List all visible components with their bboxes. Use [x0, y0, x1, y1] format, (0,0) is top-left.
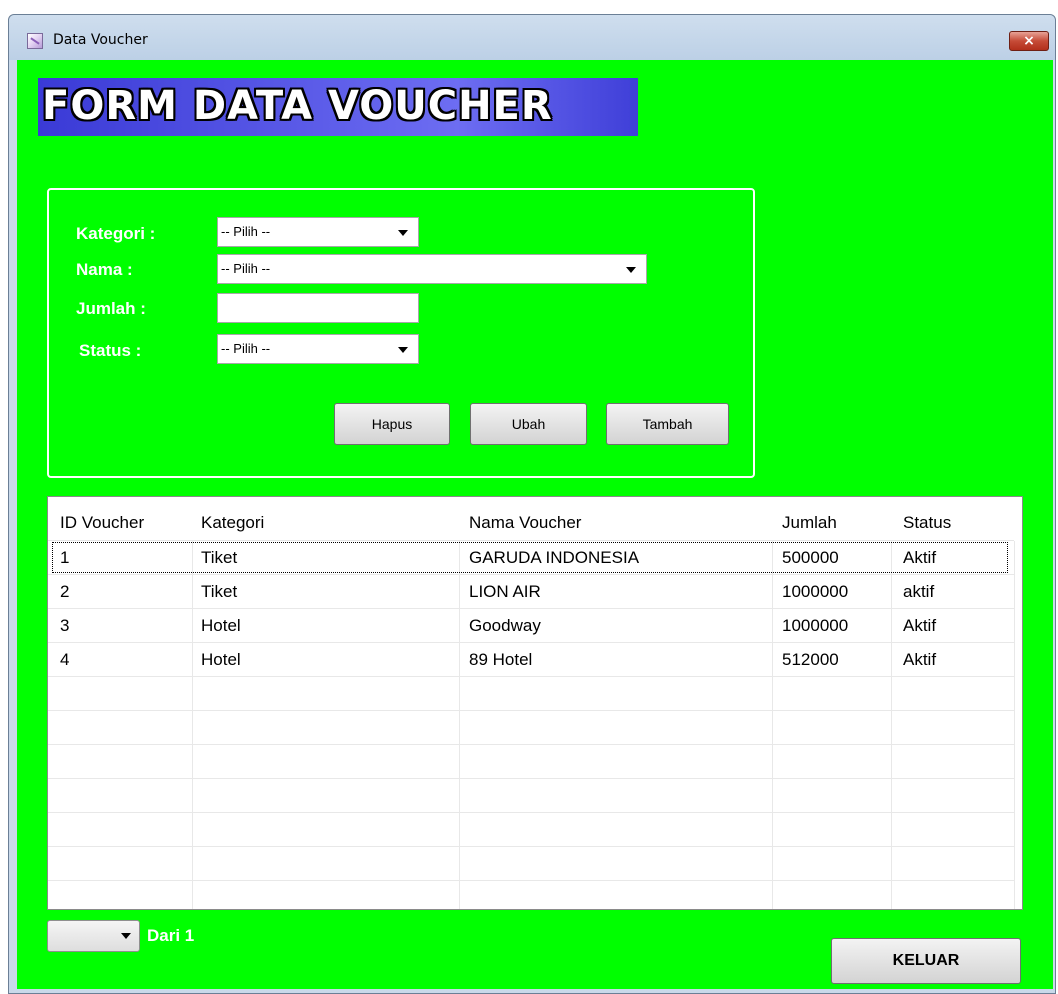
nama-label: Nama :	[76, 260, 133, 279]
column-header-nama[interactable]: Nama Voucher	[469, 513, 581, 533]
chevron-down-icon	[398, 347, 408, 353]
table-header: ID Voucher Kategori Nama Voucher Jumlah …	[48, 497, 1014, 541]
close-button[interactable]: ×	[1009, 31, 1049, 51]
title-bar[interactable]: Data Voucher ×	[9, 15, 1055, 60]
cell-jumlah: 500000	[782, 548, 839, 567]
window-title: Data Voucher	[53, 32, 148, 48]
empty-row	[48, 881, 1014, 909]
chevron-down-icon	[626, 267, 636, 273]
status-select-value: -- Pilih --	[221, 341, 271, 356]
nama-select-value: -- Pilih --	[221, 261, 271, 276]
column-header-jumlah[interactable]: Jumlah	[782, 513, 837, 533]
jumlah-input[interactable]	[217, 293, 419, 323]
kategori-label: Kategori :	[76, 224, 156, 243]
cell-nama: LION AIR	[469, 582, 541, 601]
form-title: FORM DATA VOUCHER	[42, 83, 553, 129]
cell-kategori: Tiket	[201, 548, 238, 567]
column-header-status[interactable]: Status	[903, 513, 951, 533]
empty-row	[48, 745, 1014, 779]
tambah-button[interactable]: Tambah	[606, 403, 729, 445]
chevron-down-icon	[398, 230, 408, 236]
cell-id: 3	[60, 616, 70, 635]
form-client-area: FORM DATA VOUCHER Kategori : -- Pilih --…	[17, 60, 1053, 989]
status-label: Status :	[79, 341, 142, 360]
empty-row	[48, 779, 1014, 813]
form-banner: FORM DATA VOUCHER	[38, 78, 638, 136]
empty-row	[48, 813, 1014, 847]
cell-jumlah: 512000	[782, 650, 839, 669]
table-row[interactable]: 1 Tiket GARUDA INDONESIA 500000 Aktif	[48, 541, 1014, 575]
chevron-down-icon	[121, 933, 131, 939]
page-count-label: Dari 1	[147, 926, 195, 945]
table-row[interactable]: 4 Hotel 89 Hotel 512000 Aktif	[48, 643, 1014, 677]
app-icon	[27, 33, 43, 49]
cell-jumlah: 1000000	[782, 616, 849, 635]
status-select[interactable]: -- Pilih --	[217, 334, 419, 364]
column-header-id[interactable]: ID Voucher	[60, 513, 144, 533]
cell-status: Aktif	[903, 650, 937, 669]
cell-kategori: Hotel	[201, 616, 241, 635]
hapus-button[interactable]: Hapus	[334, 403, 450, 445]
empty-row	[48, 711, 1014, 745]
cell-id: 4	[60, 650, 70, 669]
voucher-form-group: Kategori : -- Pilih -- Nama : -- Pilih -…	[47, 188, 755, 478]
empty-row	[48, 677, 1014, 711]
cell-jumlah: 1000000	[782, 582, 849, 601]
cell-nama: Goodway	[469, 616, 541, 635]
cell-kategori: Tiket	[201, 582, 238, 601]
cell-nama: GARUDA INDONESIA	[469, 548, 640, 567]
jumlah-label: Jumlah :	[76, 299, 146, 318]
cell-status: aktif	[903, 582, 935, 601]
app-window: Data Voucher × FORM DATA VOUCHER Kategor…	[8, 14, 1056, 994]
table-row[interactable]: 3 Hotel Goodway 1000000 Aktif	[48, 609, 1014, 643]
page-select[interactable]	[47, 920, 140, 952]
column-divider	[1014, 541, 1015, 909]
keluar-button[interactable]: KELUAR	[831, 938, 1021, 984]
kategori-select-value: -- Pilih --	[221, 224, 271, 239]
empty-row	[48, 847, 1014, 881]
cell-nama: 89 Hotel	[469, 650, 533, 669]
cell-id: 2	[60, 582, 70, 601]
cell-id: 1	[60, 548, 70, 567]
kategori-select[interactable]: -- Pilih --	[217, 217, 419, 247]
table-row[interactable]: 2 Tiket LION AIR 1000000 aktif	[48, 575, 1014, 609]
ubah-button[interactable]: Ubah	[470, 403, 587, 445]
cell-status: Aktif	[903, 616, 937, 635]
voucher-table[interactable]: ID Voucher Kategori Nama Voucher Jumlah …	[47, 496, 1023, 910]
cell-kategori: Hotel	[201, 650, 241, 669]
cell-status: Aktif	[903, 548, 937, 567]
column-header-kategori[interactable]: Kategori	[201, 513, 264, 533]
nama-select[interactable]: -- Pilih --	[217, 254, 647, 284]
